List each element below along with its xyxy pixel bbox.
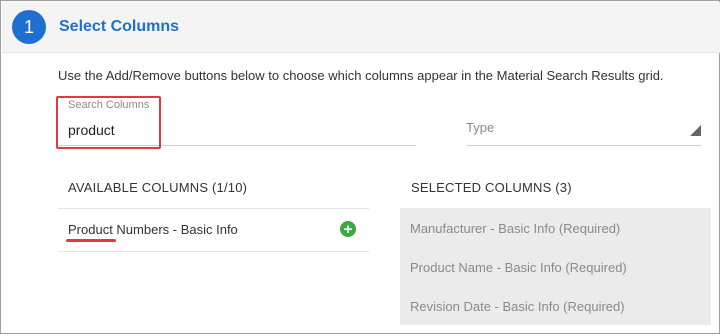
- type-dropdown[interactable]: Type: [466, 113, 701, 146]
- step-number-badge: 1: [12, 10, 46, 44]
- type-dropdown-placeholder: Type: [466, 120, 495, 135]
- match-underline-annotation: [66, 239, 116, 242]
- available-columns-heading: AVAILABLE COLUMNS (1/10): [68, 180, 248, 195]
- add-column-plus-circle-icon[interactable]: +: [340, 221, 356, 237]
- selected-column-item: Revision Date - Basic Info (Required): [410, 299, 625, 314]
- selected-column-item: Product Name - Basic Info (Required): [410, 260, 627, 275]
- selected-column-item: Manufacturer - Basic Info (Required): [410, 221, 621, 236]
- section-title: Select Columns: [59, 18, 180, 35]
- available-column-label: Product Numbers - Basic Info: [68, 222, 238, 237]
- selected-columns-list: Manufacturer - Basic Info (Required) Pro…: [400, 208, 711, 325]
- available-list-divider: [58, 251, 369, 252]
- selected-columns-heading: SELECTED COLUMNS (3): [411, 180, 572, 195]
- available-column-item[interactable]: Product Numbers - Basic Info +: [58, 209, 369, 251]
- section-header: 1 Select Columns: [2, 2, 720, 53]
- search-input-underline: [58, 145, 416, 146]
- search-columns-input[interactable]: [68, 120, 408, 140]
- search-columns-label: Search Columns: [68, 99, 150, 111]
- select-columns-panel: 1 Select Columns Use the Add/Remove butt…: [0, 0, 720, 334]
- type-dropdown-underline: [466, 145, 701, 146]
- instructions-text: Use the Add/Remove buttons below to choo…: [58, 68, 664, 83]
- dropdown-arrow-icon: [690, 125, 701, 136]
